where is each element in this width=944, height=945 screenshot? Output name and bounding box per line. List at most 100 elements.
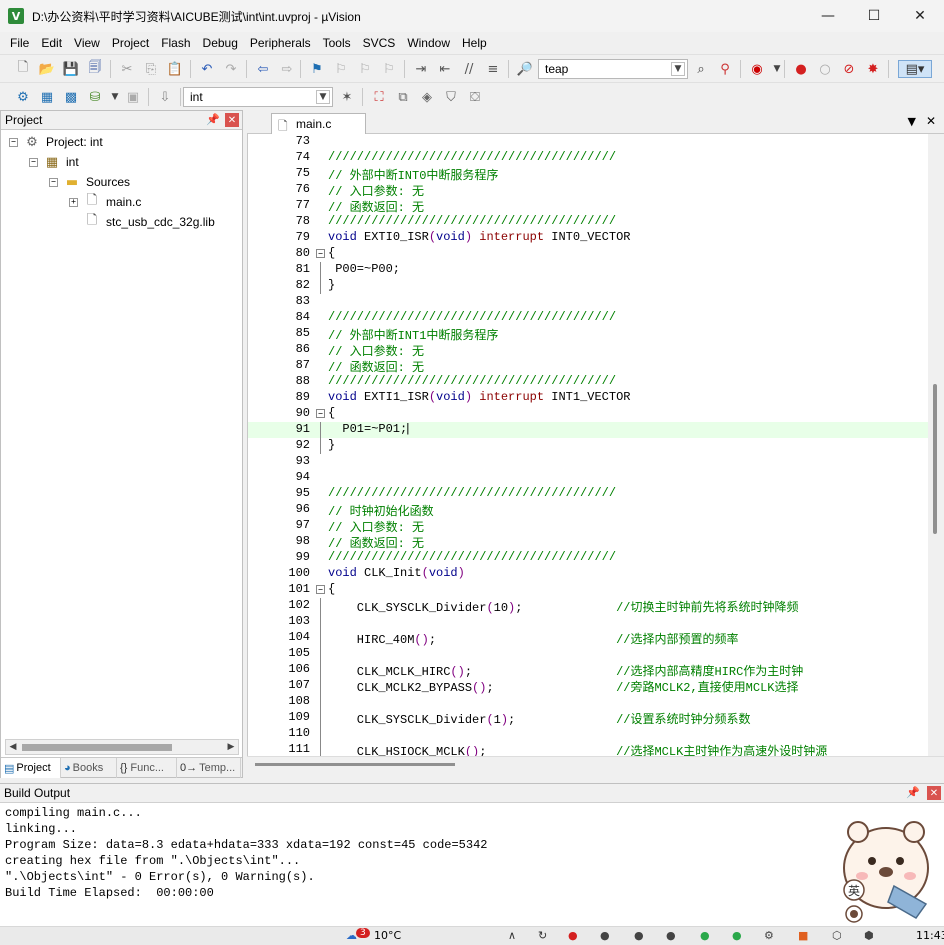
menu-debug[interactable]: Debug [197,36,244,50]
bookmark-icon[interactable]: ⚑ [308,60,326,78]
code-line[interactable]: 82} [248,278,928,294]
incremental-find-icon[interactable]: ⚲ [716,60,734,78]
next-bookmark-icon[interactable]: ⚐ [356,60,374,78]
scroll-right-icon[interactable]: ▶ [224,740,238,754]
comment-icon[interactable]: // [460,60,478,78]
code-line[interactable]: 80−{ [248,246,928,262]
code-line[interactable]: 107 CLK_MCLK2_BYPASS(); //旁路MCLK2,直接使用MC… [248,678,928,695]
code-line[interactable]: 81 P00=~P00; [248,262,928,278]
start-debug-icon[interactable]: ◉ [748,60,766,78]
tab-templates[interactable]: 0→ Temp... [177,758,241,778]
app-tray-icon[interactable]: ● [634,929,644,942]
manage-rte-icon[interactable]: ⧉ [394,88,412,106]
code-line[interactable]: 108 [248,694,928,710]
minimize-button[interactable]: — [805,0,851,32]
find-in-files-icon[interactable]: 🔎 [516,60,534,78]
chevron-down-icon[interactable]: ▼ [671,62,685,76]
rebuild-icon[interactable]: ▩ [62,88,80,106]
code-line[interactable]: 94 [248,470,928,486]
tree-item-project[interactable]: − ⚙ Project: int [9,132,103,152]
maximize-button[interactable]: ☐ [851,0,897,32]
insert-breakpoint-icon[interactable]: ● [792,60,810,78]
clear-bookmarks-icon[interactable]: ⚐ [380,60,398,78]
menu-project[interactable]: Project [106,36,155,50]
close-panel-icon[interactable]: ✕ [225,113,239,127]
stop-build-icon[interactable]: ▣ [124,88,142,106]
code-line[interactable]: 102 CLK_SYSCLK_Divider(10); //切换主时钟前先将系统… [248,598,928,615]
tab-list-dropdown-icon[interactable]: ▼ [908,115,916,128]
expand-icon[interactable]: + [69,197,78,207]
code-line[interactable]: 83 [248,294,928,310]
build-output-text[interactable]: compiling main.c... linking... Program S… [0,803,944,902]
scroll-thumb[interactable] [255,763,455,766]
app-tray-icon[interactable]: ● [600,929,610,942]
scroll-thumb[interactable] [22,744,172,751]
app-tray-icon[interactable]: ● [700,929,710,942]
code-line[interactable]: 98 // 函数返回: 无 [248,534,928,551]
tray-chevron-icon[interactable]: ∧ [508,929,516,942]
code-line[interactable]: 92} [248,438,928,454]
app-tray-icon[interactable]: ● [732,929,742,942]
code-line[interactable]: 73 [248,134,928,150]
code-line[interactable]: 87 // 函数返回: 无 [248,358,928,375]
code-line[interactable]: 88 //////////////////////////////////////… [248,374,928,390]
collapse-icon[interactable]: − [29,157,38,167]
code-line[interactable]: 91 P01=~P01;| [248,422,928,438]
target-combo[interactable]: int ▼ [183,87,333,107]
prev-bookmark-icon[interactable]: ⚐ [332,60,350,78]
collapse-icon[interactable]: − [9,137,18,147]
code-line[interactable]: 111 CLK_HSIOCK_MCLK(); //选择MCLK主时钟作为高速外设… [248,742,928,756]
tab-functions[interactable]: {} Func... [117,758,177,778]
select-packs-icon[interactable]: ◈ [418,88,436,106]
code-line[interactable]: 76 // 入口参数: 无 [248,182,928,199]
code-line[interactable]: 93 [248,454,928,470]
scroll-thumb[interactable] [933,384,937,534]
find-combo[interactable]: teap ▼ [538,59,688,79]
code-line[interactable]: 110 [248,726,928,742]
collapse-icon[interactable]: − [49,177,58,187]
weather-temperature[interactable]: 10°C [374,929,401,942]
new-file-icon[interactable]: 🗋 [14,60,32,78]
code-line[interactable]: 89 void EXTI1_ISR(void) interrupt INT1_VE… [248,390,928,406]
tab-project[interactable]: ▤ Project [1,758,61,778]
save-all-icon[interactable]: 🗐 [86,60,104,78]
download-icon[interactable]: ⇩ [156,88,174,106]
manage-project-items-icon[interactable]: ⛶ [370,88,388,106]
app-tray-icon[interactable]: ⬡ [832,929,842,942]
menu-tools[interactable]: Tools [317,36,357,50]
pin-icon[interactable]: 📌 [906,786,920,799]
software-packs-icon[interactable]: ⛋ [466,88,484,106]
undo-icon[interactable]: ↶ [198,60,216,78]
code-line[interactable]: 96 // 时钟初始化函数 [248,502,928,519]
code-line[interactable]: 90−{ [248,406,928,422]
navigate-forward-icon[interactable]: ⇨ [278,60,296,78]
menu-view[interactable]: View [68,36,106,50]
save-icon[interactable]: 💾 [62,60,80,78]
redo-icon[interactable]: ↷ [222,60,240,78]
chevron-down-icon[interactable]: ▼ [316,90,330,104]
translate-icon[interactable]: ⚙ [14,88,32,106]
fold-toggle-icon[interactable]: − [316,249,325,258]
code-line[interactable]: 77 // 函数返回: 无 [248,198,928,215]
app-tray-icon[interactable]: ■ [798,929,808,942]
tree-item-sources[interactable]: − ▬ Sources [49,172,130,192]
editor-vertical-scrollbar[interactable] [928,134,944,756]
tree-item-target[interactable]: − ▦ int [29,152,79,172]
indent-icon[interactable]: ⇥ [412,60,430,78]
code-editor[interactable]: 73 74 ////////////////////////////////////… [247,134,944,756]
batch-build-icon[interactable]: ⛁ [86,88,104,106]
tree-item-main-c[interactable]: + 🗋 main.c [69,192,141,212]
navigate-back-icon[interactable]: ⇦ [254,60,272,78]
menu-svcs[interactable]: SVCS [357,36,402,50]
code-line[interactable]: 84 //////////////////////////////////////… [248,310,928,326]
app-tray-icon[interactable]: ● [568,929,578,942]
code-line[interactable]: 104 HIRC_40M(); //选择内部预置的频率 [248,630,928,647]
bear-mascot-icon[interactable]: 英 [836,806,936,924]
enable-breakpoint-icon[interactable]: ○ [816,60,834,78]
scroll-left-icon[interactable]: ◀ [6,740,20,754]
target-options-icon[interactable]: ✶ [338,88,356,106]
copy-icon[interactable]: ⎘ [142,60,160,78]
pin-icon[interactable]: 📌 [206,113,220,126]
refresh-icon[interactable]: ↻ [538,929,547,942]
unindent-icon[interactable]: ⇤ [436,60,454,78]
